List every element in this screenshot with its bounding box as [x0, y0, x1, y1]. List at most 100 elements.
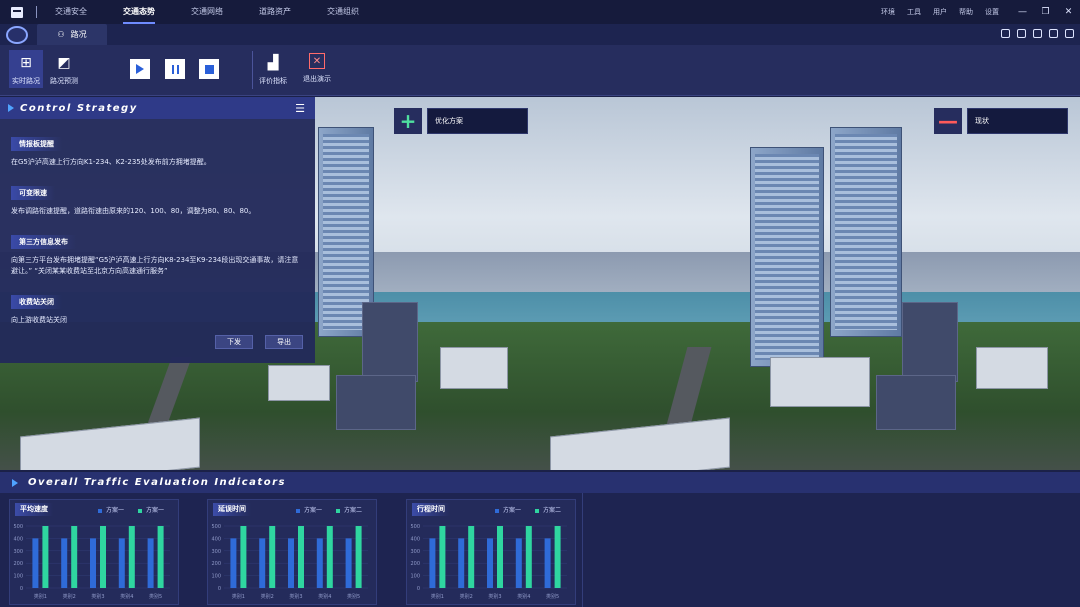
play-icon	[136, 64, 144, 74]
legend-series-2: 方案二	[336, 505, 362, 514]
section-heading: 收费站关闭	[11, 295, 62, 309]
section-text: 向第三方平台发布拥堵提醒“G5沪泸高速上行方向K8-234至K9-234段出现交…	[11, 256, 299, 275]
nav-item-traffic-organization[interactable]: 交通组织	[327, 0, 359, 24]
menu-user[interactable]: 用户	[933, 7, 947, 17]
grid-building	[876, 375, 956, 430]
y-tick-label: 100	[211, 574, 221, 580]
chart-icon: ◩	[57, 55, 71, 71]
x-tick-label: 类别3	[488, 593, 501, 600]
scene-current	[540, 97, 1080, 470]
bar	[439, 526, 446, 588]
x-tick-label: 类别5	[149, 593, 162, 600]
realtime-button[interactable]: ⊞ 实时路况	[9, 50, 43, 88]
control-strategy-panel: Control Strategy ☰ 情报板提醒 在G5沪泸高速上行方向K1-2…	[0, 97, 315, 363]
bar	[497, 526, 503, 588]
share-icon[interactable]	[1017, 29, 1026, 38]
y-tick-label: 0	[417, 586, 420, 592]
bar	[157, 526, 164, 588]
menu-icon[interactable]: ☰	[295, 102, 305, 115]
pause-icon	[171, 64, 179, 74]
exit-label: 退出演示	[303, 75, 331, 83]
minimize-button[interactable]: —	[1011, 7, 1034, 17]
divider	[36, 6, 37, 18]
menu-settings[interactable]: 设置	[985, 7, 999, 17]
forecast-button[interactable]: ◩ 路况预测	[50, 53, 78, 86]
x-tick-label: 类别3	[91, 593, 104, 600]
close-button[interactable]: ✕	[1057, 7, 1080, 17]
pause-button[interactable]	[165, 59, 185, 79]
grid-icon[interactable]	[1065, 29, 1074, 38]
y-tick-label: 300	[13, 549, 23, 555]
bar-chart: 0 100 200 300 400 500 类别1 类别2 类别3 类别4 类别5	[410, 524, 567, 600]
eval-label: 评价指标	[259, 77, 287, 85]
strategy-section: 第三方信息发布 向第三方平台发布拥堵提醒“G5沪泸高速上行方向K8-234至K9…	[11, 229, 315, 277]
bar	[42, 526, 49, 588]
optimized-add-button[interactable]: +	[394, 108, 422, 134]
app-logo	[6, 26, 28, 44]
x-tick-label: 类别4	[120, 593, 133, 600]
bar	[429, 538, 436, 588]
legend-series-1: 方案一	[98, 505, 124, 514]
optimized-label: 优化方案	[427, 108, 528, 134]
bar	[458, 538, 465, 588]
title-bar: 交通安全 交通态势 交通网络 道路资产 交通组织 环境 工具 用户 帮助 设置 …	[0, 0, 1080, 24]
chart-card-delay: 延误时间 方案一 方案二 0 100 200 300 400 500 类别1 类别2 类别3 类别…	[207, 499, 377, 605]
divider	[582, 493, 583, 607]
y-tick-label: 100	[13, 574, 23, 580]
menu-help[interactable]: 帮助	[959, 7, 973, 17]
stop-button[interactable]	[199, 59, 219, 79]
chart-card-speed: 平均速度 方案一 方案一 0 100 200 300 400 500 类别1 类别2 类别3 类别…	[9, 499, 179, 605]
eval-button[interactable]: ▟ 评价指标	[259, 53, 287, 86]
stop-icon	[204, 64, 214, 74]
export-button[interactable]: 导出	[265, 335, 303, 349]
side-building	[440, 347, 508, 389]
bar	[468, 526, 475, 588]
x-tick-label: 类别1	[431, 593, 444, 600]
restore-button[interactable]: ❐	[1034, 7, 1057, 17]
legend-series-2: 方案二	[535, 505, 561, 514]
bar	[554, 526, 561, 588]
bar	[515, 538, 522, 588]
bar	[71, 526, 78, 588]
bar-chart: 0 100 200 300 400 500 类别1 类别2 类别3 类别4 类别5	[211, 524, 368, 600]
office-building	[902, 302, 958, 382]
tab-road-condition[interactable]: ⚇ 路况	[37, 24, 107, 45]
chart-card-travel-time: 行程时间 方案一 方案二 0 100 200 300 400 500 类别1 类别2 类别3 类别…	[406, 499, 576, 605]
bar-chart: 0 100 200 300 400 500 类别1 类别2 类别3 类别4 类别5	[13, 524, 170, 600]
tower-building-b	[830, 127, 902, 337]
close-icon: ✕	[309, 53, 325, 69]
toolbar: ⊞ 实时路况 ◩ 路况预测 ▟ 评价指标 ✕ 退出演示	[0, 45, 1080, 96]
camera-icon[interactable]	[1033, 29, 1042, 38]
nav-item-traffic-safety[interactable]: 交通安全	[55, 0, 87, 24]
tab-icon-group	[994, 29, 1074, 38]
y-tick-label: 200	[211, 561, 221, 567]
section-text: 在G5沪泸高速上行方向K1-234、K2-235处发布前方拥堵提醒。	[11, 158, 211, 166]
nav-item-traffic-situation[interactable]: 交通态势	[123, 0, 155, 24]
menu-tools[interactable]: 工具	[907, 7, 921, 17]
folder-icon[interactable]	[11, 6, 23, 18]
y-tick-label: 200	[13, 561, 23, 567]
location-icon[interactable]	[1001, 29, 1010, 38]
x-tick-label: 类别5	[546, 593, 559, 600]
bar	[316, 538, 323, 588]
nav-item-road-assets[interactable]: 道路资产	[259, 0, 291, 24]
video-icon[interactable]	[1049, 29, 1058, 38]
send-button[interactable]: 下发	[215, 335, 253, 349]
realtime-label: 实时路况	[12, 77, 40, 85]
x-tick-label: 类别1	[34, 593, 47, 600]
bar	[61, 538, 68, 588]
play-button[interactable]	[130, 59, 150, 79]
x-tick-label: 类别2	[261, 593, 274, 600]
menu-environment[interactable]: 环境	[881, 7, 895, 17]
section-heading: 情报板提醒	[11, 137, 62, 151]
y-tick-label: 400	[410, 536, 420, 542]
current-minus-button[interactable]: —	[934, 108, 962, 134]
bar	[230, 538, 237, 588]
nav-item-traffic-network[interactable]: 交通网络	[191, 0, 223, 24]
right-menu: 环境 工具 用户 帮助 设置 — ❐ ✕	[881, 0, 1080, 24]
low-building	[770, 357, 870, 407]
y-tick-label: 300	[211, 549, 221, 555]
grid-building	[336, 375, 416, 430]
strategy-section: 可变限速 发布调路衔速提醒，道路衔速由原来的120、100、80，调整为80、8…	[11, 180, 315, 217]
exit-demo-button[interactable]: ✕ 退出演示	[303, 53, 331, 84]
